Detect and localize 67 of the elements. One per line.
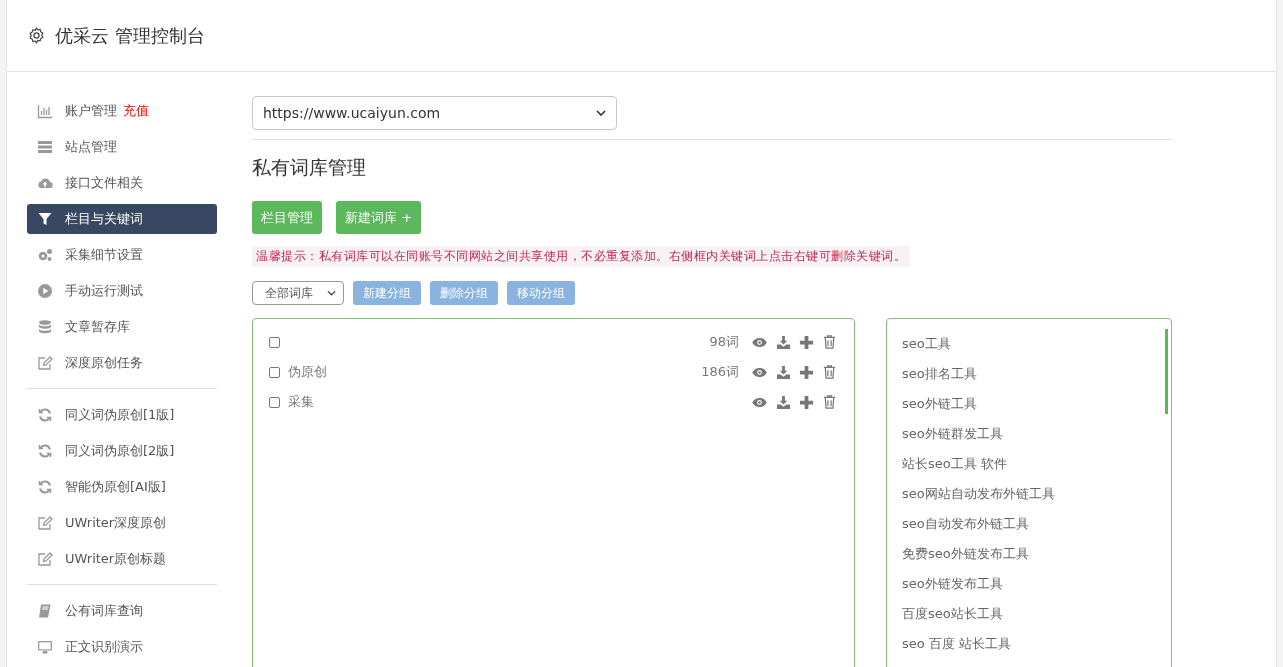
sidebar-item[interactable]: 同义词伪原创[2版] [27, 436, 217, 466]
database-icon [37, 319, 53, 335]
sidebar-item[interactable]: 公有词库查询 [27, 596, 217, 626]
keyword-item[interactable]: 免费seo外链发布工具 [902, 539, 1171, 569]
refresh-icon [37, 479, 53, 495]
keyword-item[interactable]: seo自动发布外链工具 [902, 509, 1171, 539]
edit-icon [37, 515, 53, 531]
tip-text: 温馨提示：私有词库可以在同账号不同网站之间共享使用，不必重复添加。右侧框内关键词上点击右键可删除关键词。 [252, 246, 910, 267]
chevron-down-icon [327, 290, 336, 296]
book-icon [37, 603, 53, 619]
sidebar-item[interactable]: 站点管理 [27, 132, 217, 162]
plus-icon[interactable] [799, 394, 814, 410]
checkbox[interactable] [269, 336, 280, 348]
trash-icon[interactable] [822, 364, 837, 380]
refresh-icon [37, 443, 53, 459]
edit-icon [37, 355, 53, 371]
section-title: 私有词库管理 [252, 155, 367, 180]
group-name[interactable]: 采集 [288, 393, 314, 411]
group-name[interactable]: 伪原创 [288, 363, 327, 381]
keyword-item[interactable]: 百度seo站长工具 [902, 599, 1171, 629]
sidebar-item[interactable]: 手动运行测试 [27, 276, 217, 306]
keyword-item[interactable]: seo外链工具 [902, 389, 1171, 419]
keyword-item[interactable]: seo外链发布工具 [902, 569, 1171, 599]
refresh-icon [37, 407, 53, 423]
chart-icon [37, 103, 53, 119]
eye-icon[interactable] [751, 396, 768, 408]
plus-icon[interactable] [799, 334, 814, 350]
sidebar-item[interactable]: 智能伪原创[AI版] [27, 472, 217, 502]
word-count: 98词 [709, 333, 739, 351]
chevron-down-icon [596, 110, 606, 116]
keyword-item[interactable]: seo网站自动发布外链工具 [902, 479, 1171, 509]
play-icon [37, 283, 53, 299]
keyword-item[interactable]: seo 百度 站长工具 [902, 629, 1171, 659]
library-select[interactable]: 全部词库 [252, 281, 344, 305]
sidebar-item[interactable]: 深度原创任务 [27, 348, 217, 378]
trash-icon[interactable] [822, 394, 837, 410]
eye-icon[interactable] [751, 366, 768, 378]
sidebar-item[interactable]: UWriter深度原创 [27, 508, 217, 538]
site-select[interactable]: https://www.ucaiyun.com [252, 96, 617, 130]
keyword-item[interactable]: seo外链群发工具 [902, 419, 1171, 449]
sidebar-item[interactable]: 采集细节设置 [27, 240, 217, 270]
monitor-icon [37, 639, 53, 655]
sidebar-item[interactable]: 栏目与关键词 [27, 204, 217, 234]
keyword-item[interactable]: seo排名工具 [902, 359, 1171, 389]
console-title: 优采云 管理控制台 [55, 23, 205, 48]
sidebar-item[interactable]: 账户管理 充值 [27, 96, 217, 126]
edit-icon [37, 551, 53, 567]
keyword-item[interactable]: 站长seo工具 软件 [902, 449, 1171, 479]
sidebar-item[interactable]: 接口文件相关 [27, 168, 217, 198]
sidebar-item[interactable]: 同义词伪原创[1版] [27, 400, 217, 430]
sidebar-item[interactable]: UWriter原创标题 [27, 544, 217, 574]
download-icon[interactable] [776, 394, 791, 410]
scrollbar-thumb[interactable] [1165, 329, 1168, 414]
sidebar-item[interactable]: 正文识别演示 [27, 632, 217, 662]
trash-icon[interactable] [822, 334, 837, 350]
checkbox[interactable] [269, 366, 280, 378]
keyword-item[interactable]: seo工具 [902, 329, 1171, 359]
settings-icon [27, 26, 46, 45]
sidebar-item[interactable]: 文章暂存库 [27, 312, 217, 342]
checkbox[interactable] [269, 396, 280, 408]
word-count: 186词 [701, 363, 739, 381]
eye-icon[interactable] [751, 336, 768, 348]
filter-icon [37, 211, 53, 227]
download-icon[interactable] [776, 364, 791, 380]
server-icon [37, 139, 53, 155]
plus-icon[interactable] [799, 364, 814, 380]
download-icon[interactable] [776, 334, 791, 350]
